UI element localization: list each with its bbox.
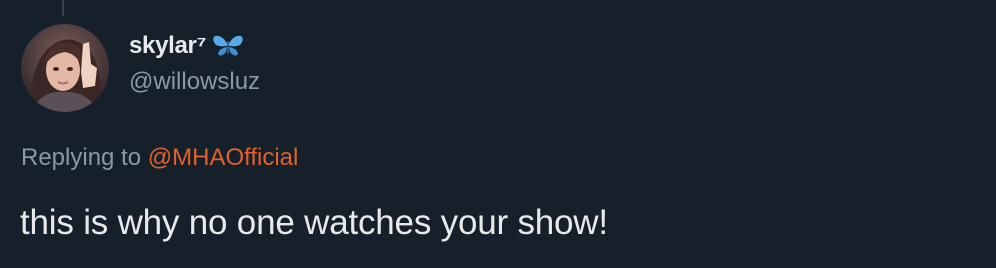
replying-to-mention[interactable]: @MHAOfficial	[148, 144, 299, 171]
display-name-row: skylar⁷	[129, 30, 260, 62]
tweet: skylar⁷ @willowsluz Replying to @MHAOffi…	[0, 0, 996, 268]
thread-connector-line	[62, 0, 64, 16]
user-handle[interactable]: @willowsluz	[129, 68, 260, 96]
tweet-text: this is why no one watches your show!	[20, 203, 608, 242]
avatar[interactable]	[21, 24, 109, 112]
user-names: skylar⁷ @willowsluz	[129, 30, 260, 96]
display-name[interactable]: skylar⁷	[129, 32, 207, 60]
butterfly-icon	[212, 33, 244, 59]
avatar-image	[21, 24, 109, 112]
replying-to-label: Replying to	[21, 144, 148, 171]
replying-to-line: Replying to @MHAOfficial	[21, 144, 298, 172]
